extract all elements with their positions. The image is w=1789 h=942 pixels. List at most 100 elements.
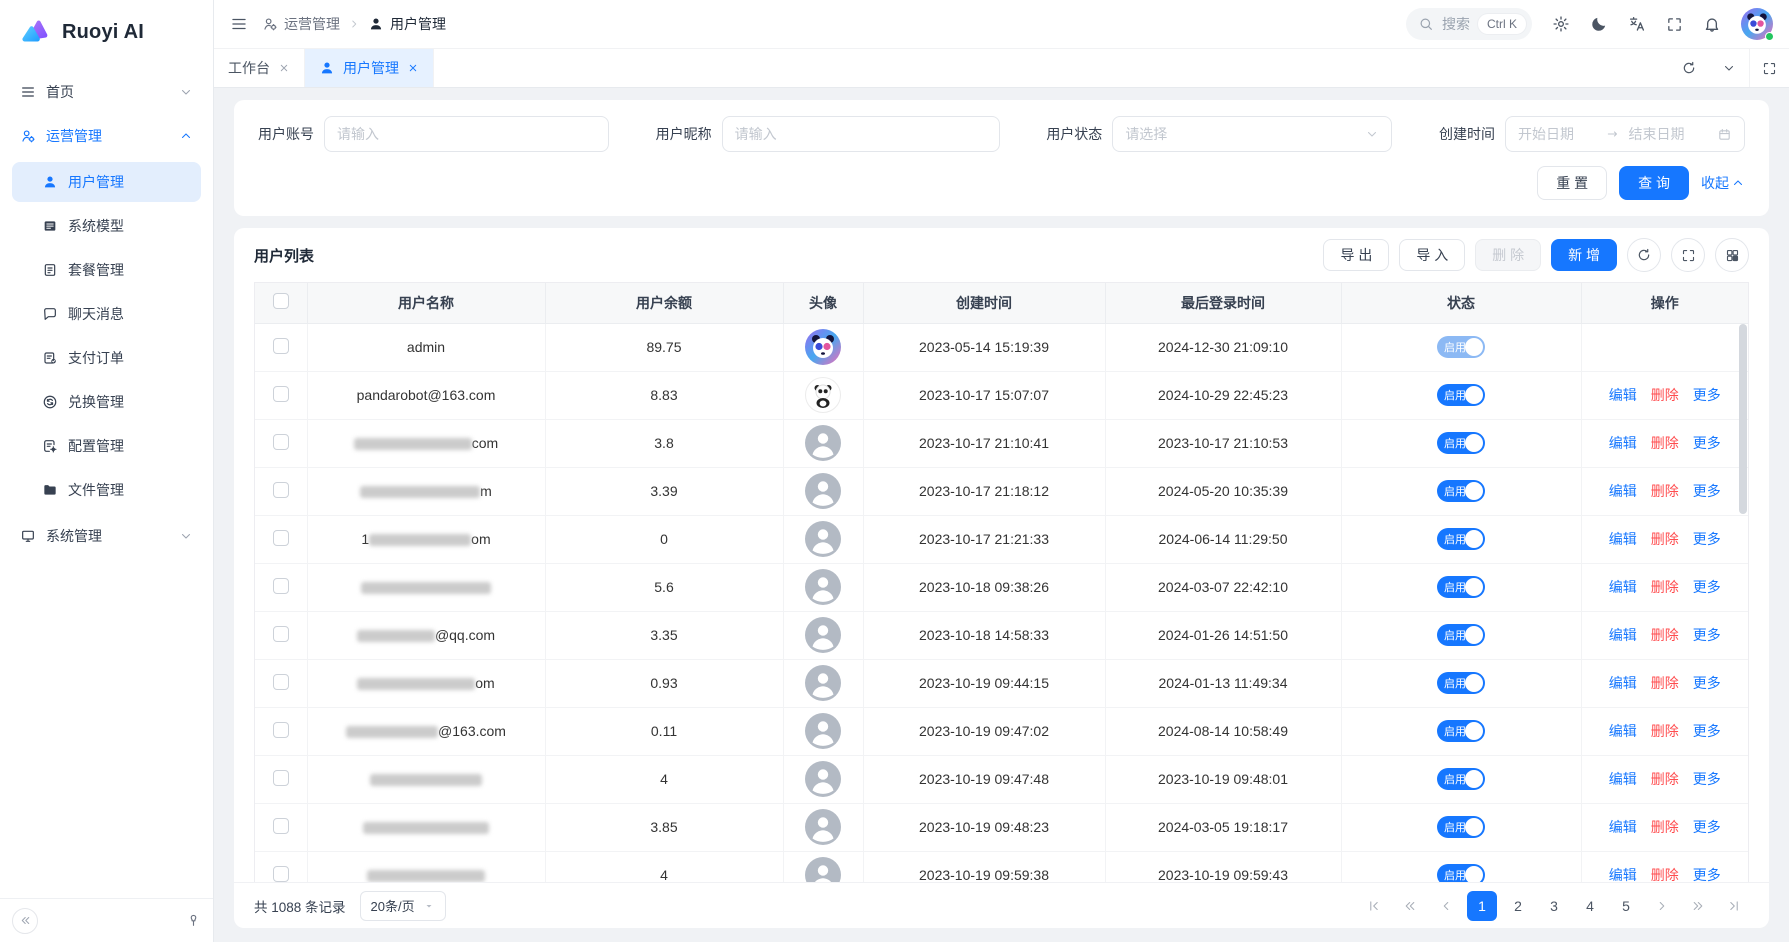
filter-input-用户昵称[interactable]: 请输入 — [722, 116, 1000, 152]
edit-link[interactable]: 编辑 — [1609, 481, 1637, 501]
status-toggle[interactable]: 启用 — [1437, 384, 1485, 406]
more-link[interactable]: 更多 — [1693, 625, 1721, 645]
close-icon[interactable] — [407, 62, 419, 74]
more-link[interactable]: 更多 — [1693, 577, 1721, 597]
pager-right-icon[interactable] — [1647, 891, 1677, 921]
row-checkbox[interactable] — [273, 722, 289, 738]
edit-link[interactable]: 编辑 — [1609, 865, 1637, 882]
status-toggle[interactable]: 启用 — [1437, 432, 1485, 454]
edit-link[interactable]: 编辑 — [1609, 769, 1637, 789]
status-toggle[interactable]: 启用 — [1437, 576, 1485, 598]
collapse-filter-link[interactable]: 收起 — [1701, 173, 1745, 193]
edit-link[interactable]: 编辑 — [1609, 625, 1637, 645]
page-size-select[interactable]: 20条/页 — [360, 891, 446, 921]
delete-link[interactable]: 删除 — [1651, 577, 1679, 597]
filter-daterange-创建时间[interactable]: 开始日期结束日期 — [1505, 116, 1745, 152]
reset-button[interactable]: 重 置 — [1537, 166, 1607, 200]
page-button-4[interactable]: 4 — [1575, 891, 1605, 921]
sidebar-collapse-button[interactable] — [12, 908, 38, 934]
sidebar-item-用户管理[interactable]: 用户管理 — [12, 162, 201, 202]
row-checkbox[interactable] — [273, 674, 289, 690]
edit-link[interactable]: 编辑 — [1609, 817, 1637, 837]
status-toggle[interactable]: 启用 — [1437, 480, 1485, 502]
pager-first-page-icon[interactable] — [1359, 891, 1389, 921]
import-button[interactable]: 导 入 — [1399, 239, 1465, 271]
moon-icon[interactable] — [1590, 15, 1608, 33]
status-toggle[interactable]: 启用 — [1437, 336, 1485, 358]
status-toggle[interactable]: 启用 — [1437, 720, 1485, 742]
status-toggle[interactable]: 启用 — [1437, 864, 1485, 882]
tab-chevron-down-icon[interactable] — [1709, 49, 1749, 87]
status-toggle[interactable]: 启用 — [1437, 816, 1485, 838]
sidebar-group-运营管理[interactable]: 运营管理 — [12, 114, 201, 158]
gear-icon[interactable] — [1552, 15, 1570, 33]
row-checkbox[interactable] — [273, 386, 289, 402]
row-checkbox[interactable] — [273, 818, 289, 834]
edit-link[interactable]: 编辑 — [1609, 721, 1637, 741]
pager-left-icon[interactable] — [1431, 891, 1461, 921]
breadcrumb-item[interactable]: 运营管理 — [262, 14, 340, 34]
page-button-3[interactable]: 3 — [1539, 891, 1569, 921]
delete-link[interactable]: 删除 — [1651, 673, 1679, 693]
delete-link[interactable]: 删除 — [1651, 481, 1679, 501]
more-link[interactable]: 更多 — [1693, 433, 1721, 453]
select-all-checkbox[interactable] — [273, 293, 289, 309]
delete-link[interactable]: 删除 — [1651, 433, 1679, 453]
pager-last-page-icon[interactable] — [1719, 891, 1749, 921]
row-checkbox[interactable] — [273, 626, 289, 642]
breadcrumb-item[interactable]: 用户管理 — [368, 14, 446, 34]
sidebar-group-系统管理[interactable]: 系统管理 — [12, 514, 201, 558]
bell-icon[interactable] — [1703, 15, 1721, 33]
row-checkbox[interactable] — [273, 866, 289, 882]
pin-icon[interactable] — [186, 913, 201, 928]
more-link[interactable]: 更多 — [1693, 481, 1721, 501]
sidebar-item-套餐管理[interactable]: 套餐管理 — [12, 250, 201, 290]
pager-double-right-icon[interactable] — [1683, 891, 1713, 921]
edit-link[interactable]: 编辑 — [1609, 385, 1637, 405]
close-icon[interactable] — [278, 62, 290, 74]
table-fullscreen-icon[interactable] — [1671, 238, 1705, 272]
tab-refresh-icon[interactable] — [1669, 49, 1709, 87]
sidebar-item-支付订单[interactable]: 支付订单 — [12, 338, 201, 378]
status-toggle[interactable]: 启用 — [1437, 768, 1485, 790]
row-checkbox[interactable] — [273, 482, 289, 498]
refresh-icon[interactable] — [1627, 238, 1661, 272]
more-link[interactable]: 更多 — [1693, 721, 1721, 741]
status-toggle[interactable]: 启用 — [1437, 528, 1485, 550]
tab-expand-icon[interactable] — [1749, 49, 1789, 87]
status-toggle[interactable]: 启用 — [1437, 624, 1485, 646]
more-link[interactable]: 更多 — [1693, 817, 1721, 837]
edit-link[interactable]: 编辑 — [1609, 529, 1637, 549]
sidebar-item-兑换管理[interactable]: 兑换管理 — [12, 382, 201, 422]
delete-link[interactable]: 删除 — [1651, 385, 1679, 405]
more-link[interactable]: 更多 — [1693, 673, 1721, 693]
sidebar-item-文件管理[interactable]: 文件管理 — [12, 470, 201, 510]
status-toggle[interactable]: 启用 — [1437, 672, 1485, 694]
row-checkbox[interactable] — [273, 770, 289, 786]
more-link[interactable]: 更多 — [1693, 865, 1721, 882]
sidebar-item-聊天消息[interactable]: 聊天消息 — [12, 294, 201, 334]
sidebar-group-首页[interactable]: 首页 — [12, 70, 201, 114]
sidebar-item-配置管理[interactable]: 配置管理 — [12, 426, 201, 466]
row-checkbox[interactable] — [273, 434, 289, 450]
add-button[interactable]: 新 增 — [1551, 239, 1617, 271]
fullscreen-icon[interactable] — [1666, 16, 1683, 33]
table-scrollbar[interactable] — [1739, 324, 1747, 514]
delete-link[interactable]: 删除 — [1651, 769, 1679, 789]
more-link[interactable]: 更多 — [1693, 385, 1721, 405]
column-settings-icon[interactable] — [1715, 238, 1749, 272]
row-checkbox[interactable] — [273, 578, 289, 594]
delete-button[interactable]: 删 除 — [1475, 239, 1541, 271]
hamburger-menu-icon[interactable] — [230, 15, 248, 33]
edit-link[interactable]: 编辑 — [1609, 673, 1637, 693]
edit-link[interactable]: 编辑 — [1609, 433, 1637, 453]
delete-link[interactable]: 删除 — [1651, 529, 1679, 549]
more-link[interactable]: 更多 — [1693, 529, 1721, 549]
delete-link[interactable]: 删除 — [1651, 625, 1679, 645]
row-checkbox[interactable] — [273, 338, 289, 354]
delete-link[interactable]: 删除 — [1651, 865, 1679, 882]
user-avatar[interactable] — [1741, 8, 1773, 40]
global-search[interactable]: 搜索 Ctrl K — [1406, 8, 1532, 40]
delete-link[interactable]: 删除 — [1651, 721, 1679, 741]
delete-link[interactable]: 删除 — [1651, 817, 1679, 837]
